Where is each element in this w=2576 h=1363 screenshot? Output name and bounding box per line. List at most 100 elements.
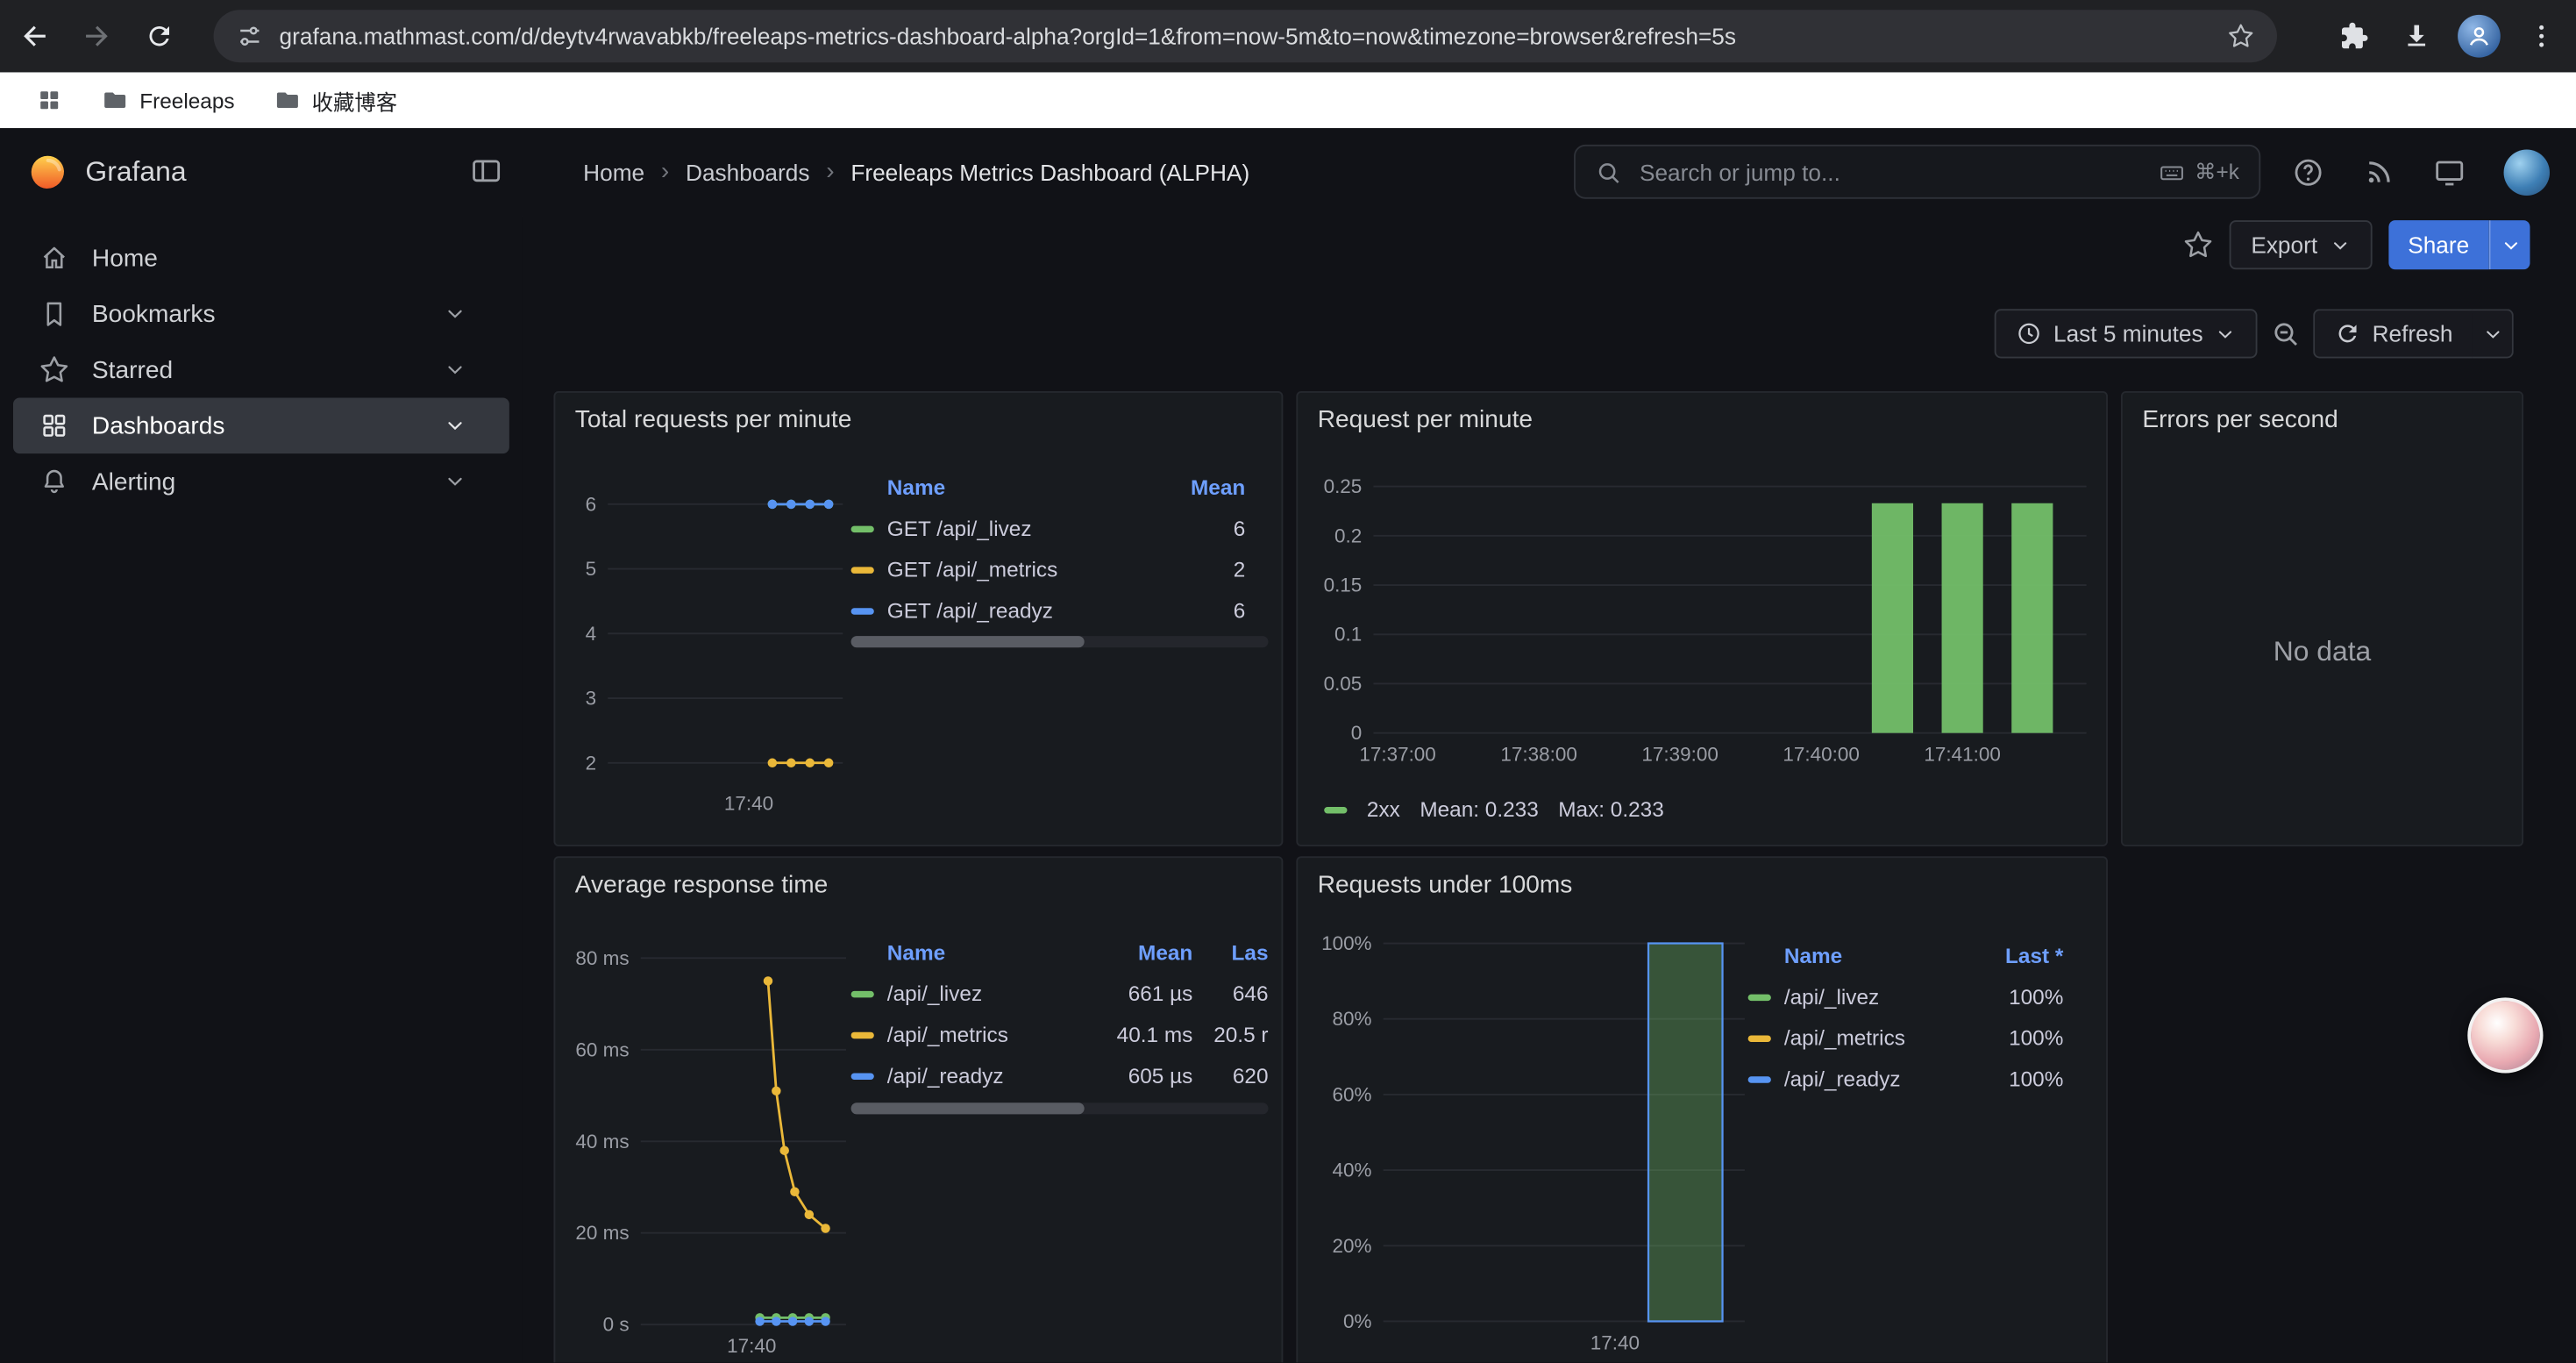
monitor-icon[interactable]	[2433, 155, 2466, 188]
refresh-icon	[2334, 320, 2360, 346]
sidebar-item-alerting[interactable]: Alerting	[13, 453, 509, 510]
bookmark-folder-freeleaps[interactable]: Freeleaps	[85, 81, 251, 120]
downloads-button[interactable]	[2388, 8, 2444, 64]
legend-scrollbar[interactable]	[851, 1103, 1269, 1114]
svg-text:17:40:00: 17:40:00	[1783, 744, 1859, 766]
legend-row[interactable]: GET /api/_livez 6	[851, 508, 1269, 549]
series-swatch	[1324, 806, 1347, 812]
user-avatar[interactable]	[2504, 149, 2550, 195]
time-range-picker[interactable]: Last 5 minutes	[1995, 309, 2258, 358]
legend-col-last[interactable]: Las	[1192, 939, 1268, 964]
svg-text:17:40: 17:40	[727, 1335, 776, 1357]
profile-avatar	[2458, 15, 2501, 58]
search-icon	[1595, 159, 1621, 185]
series-name: /api/_metrics	[1784, 1025, 1905, 1050]
bell-icon	[39, 467, 69, 496]
panel-title[interactable]: Request per minute	[1298, 393, 2106, 434]
search-box[interactable]: ⌘+k	[1574, 145, 2260, 199]
breadcrumb-dashboards[interactable]: Dashboards	[686, 159, 809, 185]
svg-text:3: 3	[586, 688, 597, 710]
sidebar-item-bookmarks[interactable]: Bookmarks	[13, 286, 509, 342]
refresh-interval-button[interactable]	[2473, 309, 2514, 358]
series-mean: 6	[1234, 516, 1269, 540]
chevron-down-icon[interactable]	[444, 414, 466, 437]
grafana-home-link[interactable]: Grafana	[26, 128, 187, 215]
reload-button[interactable]	[132, 8, 188, 64]
svg-text:0.25: 0.25	[1324, 475, 1363, 497]
svg-text:17:37:00: 17:37:00	[1359, 744, 1435, 766]
browser-menu-button[interactable]	[2514, 8, 2570, 64]
bookmark-star-icon[interactable]	[2228, 23, 2254, 49]
sidebar-item-starred[interactable]: Starred	[13, 342, 509, 398]
legend-scrollbar[interactable]	[851, 636, 1269, 647]
chevron-down-icon[interactable]	[444, 470, 466, 493]
series-swatch	[851, 525, 874, 532]
rss-news-icon[interactable]	[2362, 155, 2395, 188]
url-bar[interactable]: grafana.mathmast.com/d/deytv4rwavabkb/fr…	[214, 10, 2277, 62]
share-button[interactable]: Share	[2388, 220, 2489, 269]
legend-col-name[interactable]: Name	[1748, 943, 1843, 967]
search-shortcut: ⌘+k	[2159, 159, 2239, 185]
sidebar-item-home[interactable]: Home	[13, 230, 509, 286]
apps-grid-button[interactable]	[19, 81, 78, 120]
breadcrumb-home[interactable]: Home	[583, 159, 644, 185]
forward-button[interactable]	[69, 8, 125, 64]
svg-text:80 ms: 80 ms	[575, 947, 629, 969]
svg-text:40 ms: 40 ms	[575, 1131, 629, 1152]
legend-col-name[interactable]: Name	[851, 475, 946, 499]
legend-row[interactable]: /api/_readyz 100%	[1748, 1059, 2087, 1100]
series-name: /api/_livez	[1784, 984, 1879, 1009]
panel-title[interactable]: Average response time	[555, 858, 1281, 899]
series-swatch	[1748, 1035, 1771, 1041]
svg-text:20%: 20%	[1333, 1235, 1372, 1257]
legend-row[interactable]: /api/_readyz 605 µs 620	[851, 1055, 1269, 1096]
legend-row[interactable]: GET /api/_metrics 2	[851, 549, 1269, 590]
chevron-down-icon[interactable]	[444, 358, 466, 381]
legend-row[interactable]: /api/_metrics 40.1 ms 20.5 r	[851, 1014, 1269, 1055]
extensions-button[interactable]	[2326, 8, 2382, 64]
series-swatch	[1748, 1075, 1771, 1081]
screen: grafana.mathmast.com/d/deytv4rwavabkb/fr…	[0, 0, 2576, 1362]
legend-row[interactable]: /api/_livez 661 µs 646	[851, 973, 1269, 1014]
series-last: 100%	[2009, 1067, 2087, 1091]
legend-col-mean[interactable]: Mean	[1078, 939, 1192, 964]
svg-text:0: 0	[1351, 722, 1363, 744]
search-input[interactable]	[1636, 157, 2144, 187]
bookmark-folder-blogs[interactable]: 收藏博客	[258, 78, 414, 123]
back-button[interactable]	[6, 8, 62, 64]
panel-title[interactable]: Total requests per minute	[555, 393, 1281, 434]
legend-row[interactable]: /api/_livez 100%	[1748, 976, 2087, 1017]
legend-row[interactable]: /api/_metrics 100%	[1748, 1017, 2087, 1059]
share-label: Share	[2408, 232, 2469, 258]
series-name: /api/_readyz	[887, 1063, 1004, 1088]
panel-title[interactable]: Requests under 100ms	[1298, 858, 2106, 899]
legend-inline[interactable]: 2xx Mean: 0.233 Max: 0.233	[1324, 797, 1664, 822]
legend-col-last[interactable]: Last *	[2005, 943, 2087, 967]
profile-button[interactable]	[2451, 8, 2508, 64]
export-button[interactable]: Export	[2230, 220, 2372, 269]
share-menu-button[interactable]	[2489, 220, 2530, 269]
sidebar-item-label: Dashboards	[92, 411, 225, 439]
sidebar-item-dashboards[interactable]: Dashboards	[13, 397, 509, 453]
assistant-avatar-button[interactable]	[2467, 997, 2543, 1073]
zoom-out-icon[interactable]	[2270, 319, 2300, 349]
site-settings-icon[interactable]	[237, 23, 263, 49]
chevron-down-icon[interactable]	[444, 303, 466, 325]
bookmarks-bar: Freeleaps 收藏博客	[0, 72, 2576, 128]
requests-under-100ms-chart: 0%20%40%60%80%100%17:40	[1311, 931, 1754, 1361]
legend-col-name[interactable]: Name	[851, 939, 1078, 964]
legend-col-mean[interactable]: Mean	[1191, 475, 1269, 499]
sidebar-toggle-button[interactable]	[470, 154, 502, 196]
sidebar-item-label: Home	[92, 244, 158, 272]
refresh-label: Refresh	[2373, 320, 2453, 346]
legend-row[interactable]: GET /api/_readyz 6	[851, 590, 1269, 632]
favorite-star-icon[interactable]	[2183, 230, 2213, 260]
bookmark-label: Freeleaps	[139, 88, 234, 112]
help-icon[interactable]	[2292, 155, 2324, 188]
home-icon	[39, 243, 69, 273]
series-swatch	[851, 990, 874, 996]
chevron-down-icon	[2481, 323, 2502, 344]
refresh-button[interactable]: Refresh	[2313, 309, 2473, 358]
browser-toolbar: grafana.mathmast.com/d/deytv4rwavabkb/fr…	[0, 0, 2576, 72]
panel-title[interactable]: Errors per second	[2123, 393, 2522, 434]
